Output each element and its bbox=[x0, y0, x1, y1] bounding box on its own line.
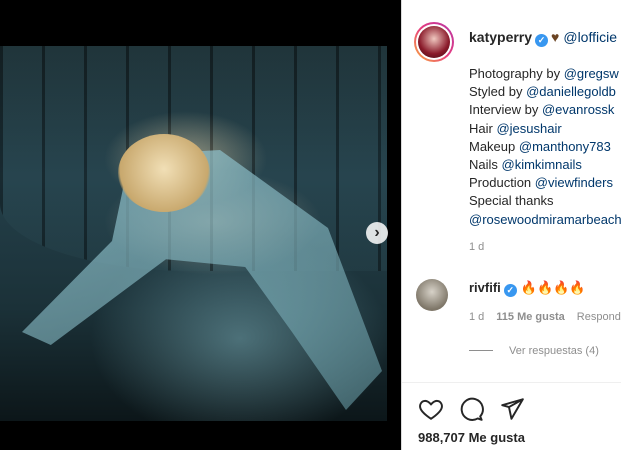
post-header: katyperry ✓ ♥ @lofficie bbox=[402, 0, 621, 70]
post-sidebar: katyperry ✓ ♥ @lofficie Photography by @gre… bbox=[401, 0, 621, 450]
caption-mention[interactable]: @gregsw bbox=[564, 66, 619, 81]
post-photo[interactable] bbox=[0, 46, 387, 421]
action-bar bbox=[418, 396, 535, 422]
comment-meta: 1 d 115 Me gusta Respond bbox=[469, 311, 621, 323]
caption-mention[interactable]: @kimkimnails bbox=[502, 157, 582, 172]
caption-line: Styled by @daniellegoldb bbox=[469, 84, 616, 100]
post-likes-count[interactable]: 988,707 Me gusta bbox=[418, 430, 525, 445]
caption-line: Interview by @evanrossk bbox=[469, 102, 615, 118]
avatar-image bbox=[418, 26, 450, 58]
hair-shape bbox=[118, 134, 210, 212]
caption-mention[interactable]: @daniellegoldb bbox=[526, 84, 616, 99]
view-replies-label: Ver respuestas (4) bbox=[509, 345, 599, 357]
brown-heart-icon: ♥ bbox=[551, 29, 560, 45]
caption-mention[interactable]: @evanrossk bbox=[542, 102, 614, 117]
comment-likes[interactable]: 115 Me gusta bbox=[496, 311, 564, 323]
media-panel: › bbox=[0, 0, 401, 450]
comment-text: 🔥🔥🔥🔥 bbox=[520, 280, 586, 295]
post-caption: Photography by @gregsw Styled by @daniel… bbox=[469, 65, 621, 229]
caption-line: Makeup @manthony783 bbox=[469, 138, 611, 154]
comment-avatar[interactable] bbox=[416, 279, 448, 311]
post-username[interactable]: katyperry bbox=[469, 29, 532, 45]
caption-line: Production @viewfinders bbox=[469, 175, 613, 191]
caption-mention[interactable]: @manthony783 bbox=[519, 139, 611, 154]
caption-line: Photography by @gregsw bbox=[469, 66, 619, 81]
reply-button[interactable]: Respond bbox=[577, 311, 621, 323]
post-time[interactable]: 1 d bbox=[469, 241, 484, 253]
header-mention[interactable]: @lofficie bbox=[563, 29, 617, 45]
verified-badge-icon: ✓ bbox=[535, 34, 549, 47]
chevron-right-icon[interactable]: › bbox=[366, 222, 388, 244]
heart-outline-icon[interactable] bbox=[418, 396, 444, 422]
comment-bubble-icon[interactable] bbox=[458, 396, 485, 422]
caption-line: Hair @jesushair bbox=[469, 120, 562, 136]
caption-mention[interactable]: @jesushair bbox=[496, 121, 561, 136]
view-replies-button[interactable]: Ver respuestas (4) bbox=[469, 345, 599, 357]
comment-time[interactable]: 1 d bbox=[469, 311, 484, 323]
comment-line: rivfifi ✓ 🔥🔥🔥🔥 bbox=[469, 280, 586, 297]
replies-divider bbox=[469, 350, 493, 351]
caption-mention[interactable]: @viewfinders bbox=[535, 175, 613, 190]
caption-mention[interactable]: @rosewoodmiramarbeach bbox=[469, 212, 621, 227]
paper-plane-icon[interactable] bbox=[499, 396, 525, 422]
actions-divider bbox=[402, 382, 621, 383]
caption-line: Special thanks bbox=[469, 193, 554, 209]
avatar[interactable] bbox=[414, 22, 454, 62]
comment-username[interactable]: rivfifi bbox=[469, 280, 501, 295]
post-username-line: katyperry ✓ ♥ @lofficie bbox=[469, 29, 617, 47]
verified-badge-icon: ✓ bbox=[503, 284, 517, 297]
caption-line: @rosewoodmiramarbeach bbox=[469, 211, 621, 229]
caption-line: Nails @kimkimnails bbox=[469, 157, 582, 173]
